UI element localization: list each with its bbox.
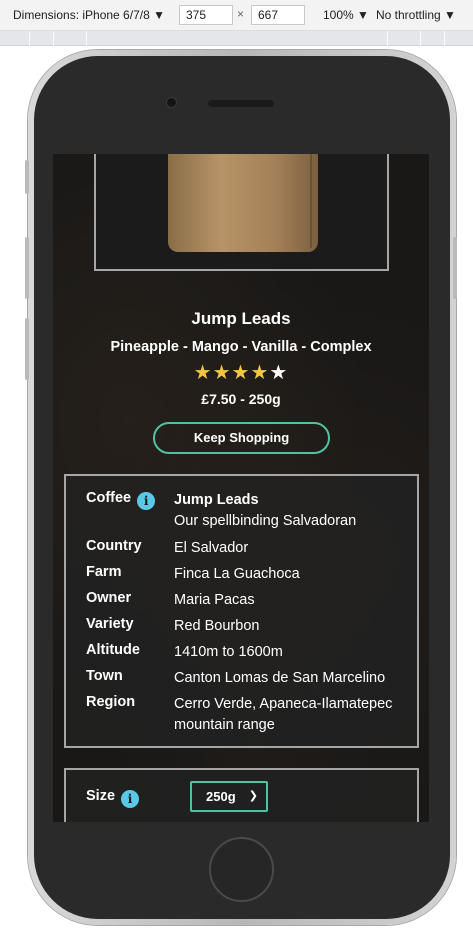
dimension-separator: × (237, 7, 245, 21)
detail-row-coffee: Coffee i Jump Leads Our spellbinding Salv… (66, 490, 417, 534)
star-icon: ★ (231, 362, 251, 384)
zoom-dropdown[interactable]: 100% ▼ (323, 8, 369, 22)
detail-value: Jump Leads Our spellbinding Salvadoran (174, 490, 414, 532)
star-icon: ★ (250, 362, 270, 384)
product-price: £7.50 - 250g (201, 391, 281, 407)
detail-label: Coffee i (86, 490, 156, 510)
front-camera (167, 98, 176, 107)
coffee-name: Jump Leads (174, 492, 259, 508)
coffee-details-panel: Coffee i Jump Leads Our spellbinding Salv… (64, 474, 419, 748)
star-icon: ★ (193, 362, 213, 384)
size-label-text: Size (86, 788, 116, 804)
detail-value: Finca La Guachoca (174, 566, 300, 582)
detail-label: Variety (86, 616, 134, 632)
product-image-frame (94, 154, 389, 271)
detail-value: Canton Lomas de San Marcelino (174, 670, 386, 686)
size-selected-value: 250g (206, 789, 236, 804)
coffee-description: Our spellbinding Salvadoran (174, 513, 357, 529)
product-rating: ★★★★★ (53, 361, 429, 385)
size-select[interactable]: 250g ❯ (190, 781, 268, 812)
detail-label: Altitude (86, 642, 140, 658)
coffee-label: Coffee (86, 490, 132, 506)
product-image (168, 154, 318, 252)
keep-shopping-button[interactable]: Keep Shopping (153, 422, 330, 454)
detail-value: Maria Pacas (174, 592, 255, 608)
detail-value: Red Bourbon (174, 618, 260, 634)
detail-value: 1410m to 1600m (174, 644, 283, 660)
phone-mute-switch (25, 160, 29, 194)
phone-volume-up (25, 237, 29, 299)
info-icon[interactable]: i (137, 492, 156, 510)
earpiece-speaker (208, 100, 274, 107)
star-icon: ★ (212, 362, 232, 384)
detail-value: Cerro Verde, Apaneca-Ilamatepec mountain… (174, 696, 393, 733)
detail-label: Owner (86, 590, 132, 606)
detail-label: Town (86, 668, 123, 684)
star-icon: ★ (269, 362, 289, 384)
phone-power-button (453, 237, 457, 299)
device-dimensions-dropdown[interactable]: Dimensions: iPhone 6/7/8 ▼ (13, 8, 165, 22)
product-flavours: Pineapple - Mango - Vanilla - Complex (110, 339, 372, 355)
home-button[interactable] (209, 837, 274, 902)
throttling-dropdown[interactable]: No throttling ▼ (376, 8, 456, 22)
device-toolbar: Dimensions: iPhone 6/7/8 ▼ 375 × 667 100… (0, 0, 473, 31)
detail-label: Region (86, 694, 136, 710)
device-width-input[interactable]: 375 (179, 5, 233, 25)
detail-value: El Salvador (174, 540, 249, 556)
detail-label: Country (86, 538, 142, 554)
info-icon[interactable]: i (121, 790, 140, 808)
product-title: Jump Leads (191, 309, 291, 328)
phone-screen: Jump Leads Pineapple - Mango - Vanilla -… (53, 154, 429, 822)
size-panel: Size i 250g ❯ (64, 768, 419, 822)
device-height-input[interactable]: 667 (251, 5, 305, 25)
media-query-ruler[interactable] (0, 31, 473, 46)
size-label: Size i (86, 788, 140, 808)
chevron-down-icon: ❯ (248, 790, 258, 802)
detail-label: Farm (86, 564, 122, 580)
phone-volume-down (25, 318, 29, 380)
